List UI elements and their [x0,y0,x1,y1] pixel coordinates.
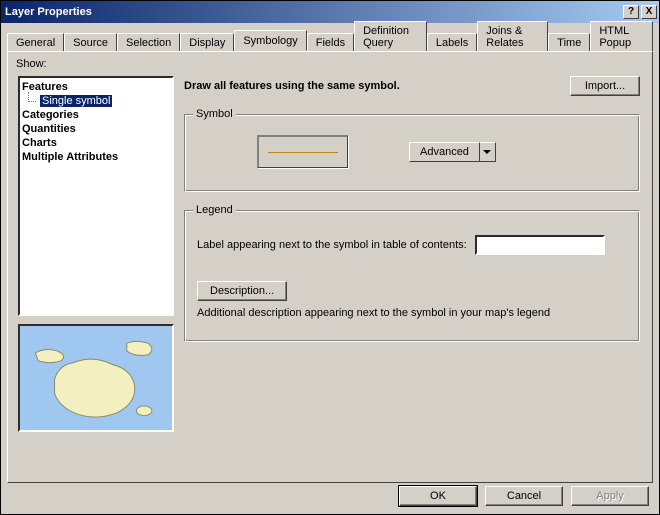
apply-button[interactable]: Apply [571,486,649,506]
right-pane: Draw all features using the same symbol.… [184,76,640,342]
symbol-group-legend: Symbol [193,108,236,120]
cancel-button[interactable]: Cancel [485,486,563,506]
tab-strip: General Source Selection Display Symbolo… [7,29,653,51]
tab-selection[interactable]: Selection [117,33,180,52]
tab-definition-query[interactable]: Definition Query [354,21,427,52]
tab-symbology[interactable]: Symbology [234,30,306,51]
window-title: Layer Properties [5,6,621,18]
tree-node-features[interactable]: Features [22,80,170,94]
titlebar: Layer Properties ? X [1,1,659,23]
legend-group-legend: Legend [193,204,236,216]
ok-button[interactable]: OK [399,486,477,506]
advanced-dropdown[interactable]: Advanced [409,142,496,162]
tree-node-charts[interactable]: Charts [22,136,170,150]
dialog-buttons: OK Cancel Apply [399,486,649,506]
symbology-tree[interactable]: Features Single symbol Categories Quanti… [18,76,174,316]
show-label: Show: [16,58,644,70]
symbology-heading: Draw all features using the same symbol. [184,80,570,92]
chevron-down-icon [480,142,496,162]
legend-label-text: Label appearing next to the symbol in ta… [197,239,467,251]
tab-source[interactable]: Source [64,33,117,52]
map-preview [18,324,174,432]
tree-node-quantities[interactable]: Quantities [22,122,170,136]
tab-fields[interactable]: Fields [307,33,354,52]
tree-node-multiple-attributes[interactable]: Multiple Attributes [22,150,170,164]
dialog-window: Layer Properties ? X General Source Sele… [0,0,660,515]
close-button[interactable]: X [641,5,657,19]
tab-general[interactable]: General [7,33,64,52]
tab-time[interactable]: Time [548,33,590,52]
description-button[interactable]: Description... [197,281,287,301]
tab-joins-relates[interactable]: Joins & Relates [477,21,548,52]
symbol-group: Symbol Advanced [184,114,640,192]
tab-labels[interactable]: Labels [427,33,477,52]
tree-node-single-symbol[interactable]: Single symbol [22,94,170,108]
symbol-swatch[interactable] [257,135,349,169]
help-button[interactable]: ? [623,5,639,19]
tree-node-categories[interactable]: Categories [22,108,170,122]
client-area: General Source Selection Display Symbolo… [1,23,659,489]
tab-display[interactable]: Display [180,33,234,52]
legend-description-text: Additional description appearing next to… [197,307,550,319]
legend-label-input[interactable] [475,235,605,255]
tab-html-popup[interactable]: HTML Popup [590,21,653,52]
left-pane: Features Single symbol Categories Quanti… [18,76,174,432]
tab-panel: Show: Features Single symbol Categories … [7,51,653,483]
import-button[interactable]: Import... [570,76,640,96]
advanced-button-label: Advanced [409,142,480,162]
legend-group: Legend Label appearing next to the symbo… [184,210,640,342]
